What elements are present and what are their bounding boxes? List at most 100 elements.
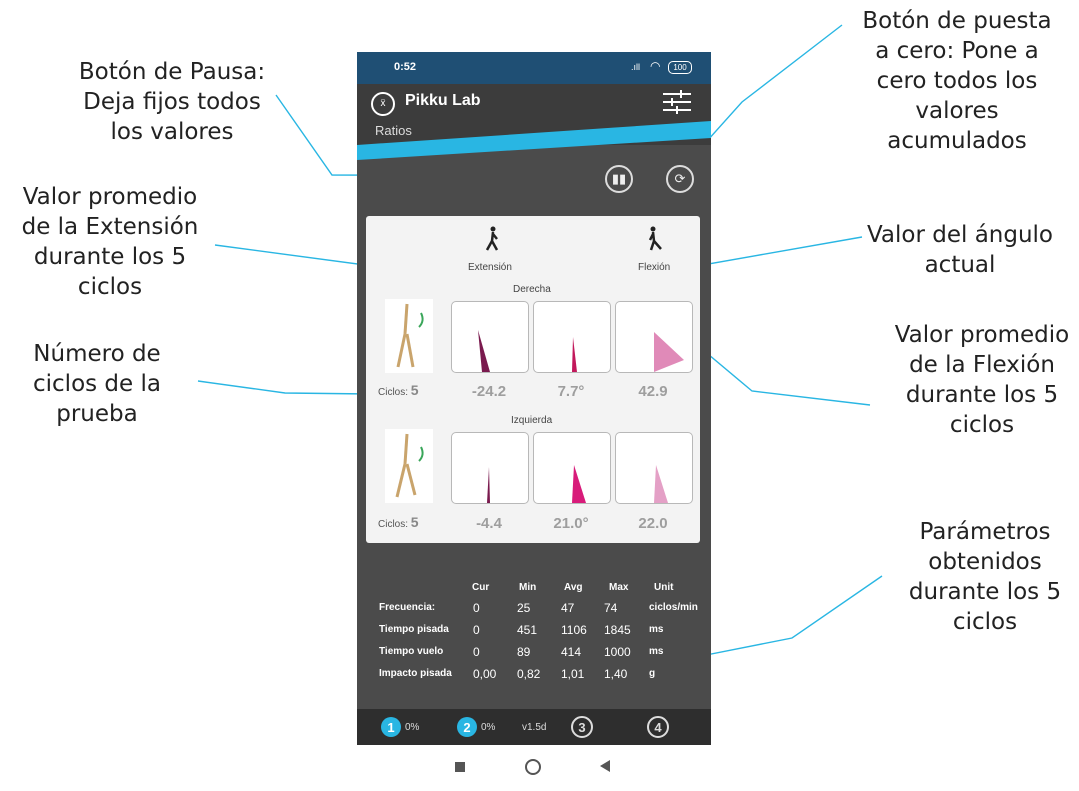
left-angle-card [533,432,611,504]
sensor-3-button[interactable]: 3 [571,716,593,738]
annotation-line: Valor del ángulo [866,222,1054,248]
right-cycles-value: 5 [410,382,419,398]
right-angle-card [533,301,611,373]
battery-level: 100 [673,63,687,72]
extension-label: Extensión [468,262,512,273]
right-extension-value: -24.2 [471,383,507,400]
col-header-avg: Avg [564,582,583,593]
cell-unit: ciclos/min [649,602,698,613]
annotation-line: cero todos los [876,68,1038,94]
annotation-line: Valor promedio [22,184,198,210]
right-flexion-value: 42.9 [638,383,668,400]
annotation-line: Parámetros [919,519,1051,545]
arrow-cycles [197,380,372,400]
version-label: v1.5d [522,722,547,733]
row-label: Frecuencia: [379,602,436,613]
right-angle-value: 7.7° [557,383,585,400]
annotation-ext-avg: Valor promedio de la Extensión durante l… [0,182,220,302]
cell-cur: 0 [473,645,480,659]
annotation-pause: Botón de Pausa: Deja fijos todos los val… [62,57,282,147]
battery-icon: 100 [668,61,692,74]
cell-cur: 0,00 [473,667,497,681]
recents-nav-icon[interactable] [455,762,465,772]
sensor-2-button[interactable]: 2 [457,717,477,737]
wifi-icon: ◠ [650,59,661,73]
annotation-line: actual [924,252,996,278]
annotation-line: ciclos [949,412,1015,438]
left-extension-card [451,432,529,504]
annotation-line: acumulados [887,128,1027,154]
annotation-line: prueba [56,401,138,427]
left-extension-sector [487,467,490,503]
cell-unit: g [649,668,656,679]
annotation-flex-avg: Valor promedio de la Flexión durante los… [872,320,1079,440]
walker-extension-icon [485,226,499,251]
walker-flexion-icon [648,226,662,251]
left-leg-illustration [385,429,433,503]
sensor-1-percent: 0% [405,722,420,733]
right-side-label: Derecha [513,284,551,295]
annotation-line: ciclos [77,274,143,300]
home-nav-icon[interactable] [525,759,541,775]
left-side-label: Izquierda [511,415,553,426]
cell-min: 89 [517,645,531,659]
annotation-line: Botón de Pausa: [78,59,266,85]
settings-sliders-icon[interactable] [663,89,691,115]
left-extension-value: -4.4 [476,515,502,532]
cell-avg: 47 [561,601,575,615]
app-logo-icon: ẍ [371,92,395,116]
cell-min: 0,82 [517,667,541,681]
col-header-unit: Unit [654,582,674,593]
left-flexion-sector [654,465,668,503]
ratios-panel: Extensión Flexión Derecha Ciclos: 5 -24.… [366,216,700,543]
annotation-line: Botón de puesta [862,8,1052,34]
annotation-line: durante los 5 [908,579,1062,605]
annotation-line: durante los 5 [905,382,1059,408]
col-header-cur: Cur [472,582,490,593]
left-flexion-value: 22.0 [638,515,668,532]
row-label: Impacto pisada [379,668,452,679]
sensor-4-button[interactable]: 4 [647,716,669,738]
annotation-line: Número de [33,341,161,367]
cell-avg: 1106 [561,623,587,637]
sensor-1-button[interactable]: 1 [381,717,401,737]
right-extension-sector [478,330,490,372]
cell-min: 451 [517,623,538,637]
col-header-max: Max [609,582,629,593]
annotation-line: de la Extensión [21,214,199,240]
cell-unit: ms [649,624,664,635]
right-flexion-sector [654,332,684,372]
cell-avg: 1,01 [561,667,585,681]
table-row: Tiempo vuelo 0 89 414 1000 ms [357,643,711,663]
annotation-line: ciclos [952,609,1018,635]
status-bar: 0:52 .ıll ◠ 100 [357,52,711,84]
reset-button[interactable]: ⟳ [666,165,694,193]
arrow-flex-avg [689,338,871,406]
left-cycles-value: 5 [410,514,419,530]
cycles-label: Ciclos: [378,387,409,398]
phone-screen: 0:52 .ıll ◠ 100 ẍ Pikku Lab Ratios ▮▮ ⟳ … [357,52,711,745]
annotation-line: Valor promedio [894,322,1070,348]
right-extension-card [451,301,529,373]
left-angle-value: 21.0° [553,515,589,532]
accent-stripe [357,121,711,160]
annotation-line: durante los 5 [33,244,187,270]
back-nav-icon[interactable] [600,760,610,772]
cell-max: 1845 [604,623,631,637]
row-label: Tiempo pisada [379,624,449,635]
annotation-line: obtenidos [928,549,1042,575]
table-row: Impacto pisada 0,00 0,82 1,01 1,40 g [357,665,711,685]
status-time: 0:52 [394,61,417,73]
flexion-label: Flexión [638,262,671,273]
cycles-label: Ciclos: [378,519,409,530]
annotation-reset: Botón de puesta a cero: Pone a cero todo… [842,6,1072,156]
annotation-params: Parámetros obtenidos durante los 5 ciclo… [885,517,1079,637]
cell-max: 1,40 [604,667,628,681]
right-cycles: Ciclos: 5 [378,382,419,398]
annotation-line: los valores [110,119,234,145]
pause-button[interactable]: ▮▮ [605,165,633,193]
cell-max: 1000 [604,645,631,659]
annotation-angle: Valor del ángulo actual [850,220,1070,280]
right-leg-illustration [385,299,433,373]
left-flexion-card [615,432,693,504]
